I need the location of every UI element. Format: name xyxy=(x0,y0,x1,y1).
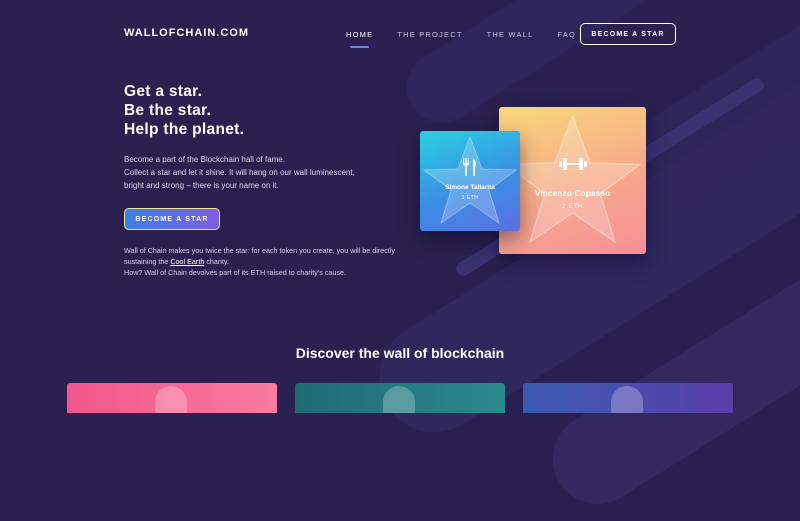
fork-knife-icon xyxy=(420,157,520,182)
charity-note-how: How? Wall of Chain devolves part of its … xyxy=(124,268,347,277)
charity-note: Wall of Chain makes you twice the star: … xyxy=(124,245,404,278)
become-a-star-nav-button[interactable]: BECOME A STAR xyxy=(580,23,676,45)
star-card[interactable]: Vincenzo Copasso 2 ETH xyxy=(499,107,646,254)
star-card[interactable]: Simone Tallarita 1 ETH xyxy=(420,131,520,231)
site-logo[interactable]: WALLOFCHAIN.COM xyxy=(124,27,249,39)
star-eth-amount: 2 ETH xyxy=(562,203,583,210)
site-header: WALLOFCHAIN.COM HOME THE PROJECT THE WAL… xyxy=(0,0,800,70)
nav-home[interactable]: HOME xyxy=(346,30,373,48)
wall-card[interactable] xyxy=(295,383,505,413)
hero-section: Get a star. Be the star. Help the planet… xyxy=(124,82,414,278)
section-title: Discover the wall of blockchain xyxy=(295,345,505,361)
wall-card[interactable] xyxy=(523,383,733,413)
nav-the-wall[interactable]: THE WALL xyxy=(487,30,534,39)
description-line: Collect a star and let it shine. It will… xyxy=(124,168,355,177)
nav-the-project[interactable]: THE PROJECT xyxy=(397,30,462,39)
headline-line: Be the star. xyxy=(124,102,212,119)
charity-note-text: Wall of Chain makes you twice the star: … xyxy=(124,246,395,266)
become-a-star-hero-button[interactable]: BECOME A STAR xyxy=(124,208,220,230)
wall-card[interactable] xyxy=(67,383,277,413)
hero-description: Become a part of the Blockchain hall of … xyxy=(124,153,414,192)
charity-note-text: charity. xyxy=(204,257,229,266)
dumbbell-icon xyxy=(499,157,646,176)
star-shape xyxy=(504,115,641,243)
star-owner-name: Simone Tallarita xyxy=(445,184,495,191)
hero-headline: Get a star. Be the star. Help the planet… xyxy=(124,82,414,139)
headline-line: Get a star. xyxy=(124,83,203,100)
headline-line: Help the planet. xyxy=(124,121,245,138)
description-line: Become a part of the Blockchain hall of … xyxy=(124,155,285,164)
nav-faq[interactable]: FAQ xyxy=(557,30,576,39)
description-line: bright and strong – there is your name o… xyxy=(124,181,279,190)
cool-earth-link[interactable]: Cool Earth xyxy=(170,257,204,266)
main-nav: HOME THE PROJECT THE WALL FAQ xyxy=(346,30,600,48)
star-owner-name: Vincenzo Copasso xyxy=(534,188,611,198)
star-eth-amount: 1 ETH xyxy=(461,195,479,201)
